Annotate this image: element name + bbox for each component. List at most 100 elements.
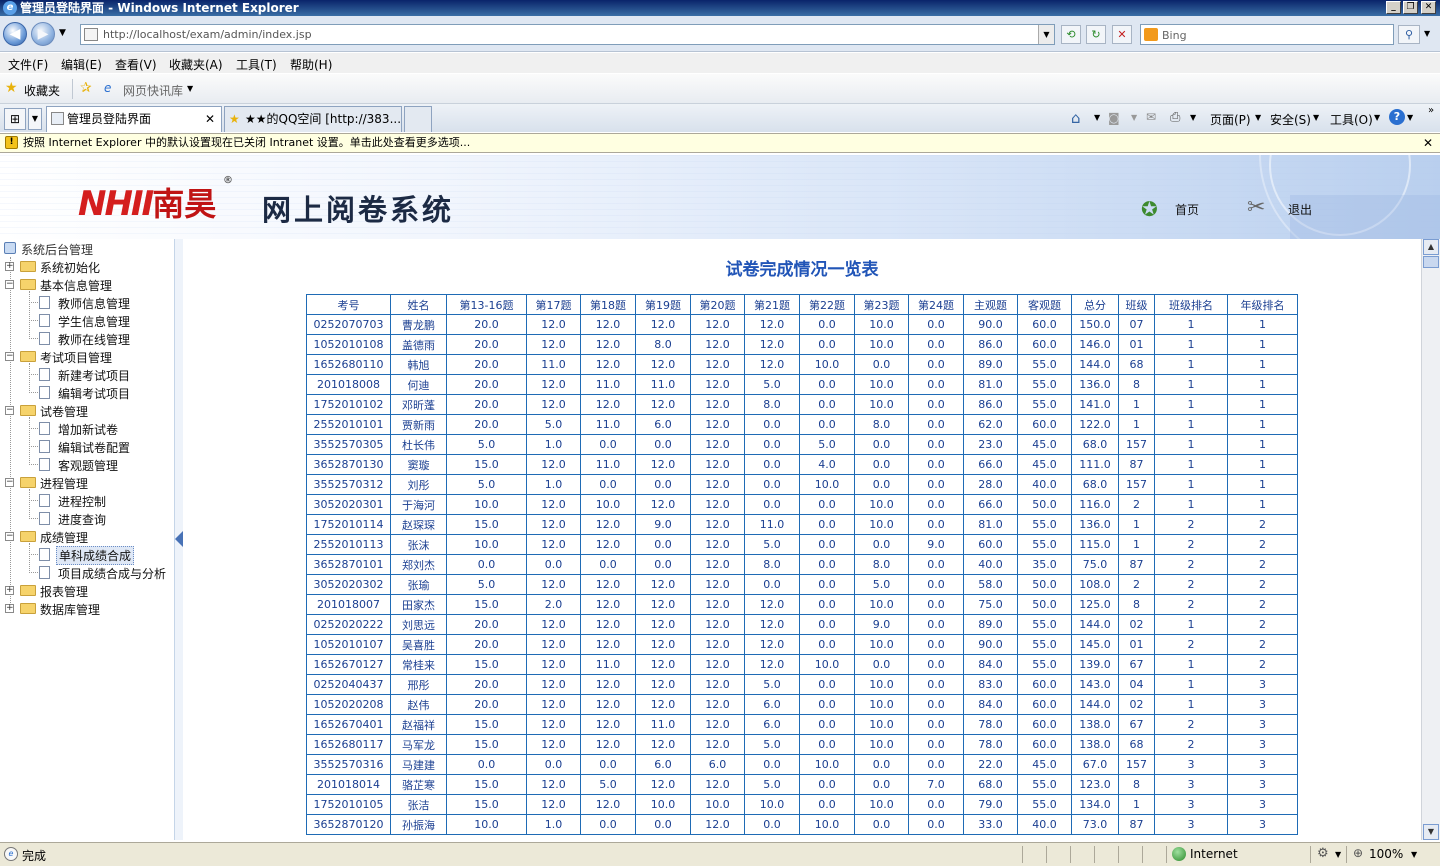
tab-admin-login[interactable]: 管理员登陆界面 ✕ [46, 106, 222, 132]
tree-group-paper[interactable]: 试卷管理 [40, 403, 88, 420]
collapse-sidebar-icon[interactable] [175, 531, 183, 547]
tree-item-process-control[interactable]: 进程控制 [58, 493, 106, 510]
tree-item-objective[interactable]: 客观题管理 [58, 457, 118, 474]
tree-item-single-score[interactable]: 单科成绩合成 [56, 546, 135, 565]
maximize-button[interactable]: ❐ [1403, 1, 1418, 14]
menu-edit[interactable]: 编辑(E) [61, 56, 102, 73]
stop-icon[interactable]: ✕ [1112, 25, 1132, 44]
expand-icon[interactable]: + [5, 262, 14, 271]
tab-qq-space[interactable]: ★ ★★的QQ空间 [http://383... [224, 106, 402, 132]
collapse-icon[interactable]: − [5, 478, 14, 487]
tree-group-system-init[interactable]: 系统初始化 [40, 259, 100, 276]
student-name-link[interactable]: 马军龙 [390, 734, 447, 755]
zoom-icon[interactable]: ⊕ [1353, 846, 1363, 860]
forward-button[interactable]: ▶ [31, 22, 55, 46]
student-name-link[interactable]: 孙振海 [390, 814, 447, 835]
student-name-link[interactable]: 曹龙鹏 [390, 314, 447, 335]
student-name-link[interactable]: 骆芷寒 [390, 774, 447, 795]
student-name-link[interactable]: 刘思远 [390, 614, 447, 635]
page-dropdown-icon[interactable]: ▼ [1255, 113, 1261, 122]
student-name-link[interactable]: 常桂来 [390, 654, 447, 675]
student-name-link[interactable]: 窦璇 [390, 454, 447, 475]
student-name-link[interactable]: 邢彤 [390, 674, 447, 695]
collapse-icon[interactable]: − [5, 352, 14, 361]
tree-item-student-info[interactable]: 学生信息管理 [58, 313, 130, 330]
tree-item-add-paper[interactable]: 增加新试卷 [58, 421, 118, 438]
scroll-up-icon[interactable]: ▲ [1423, 239, 1439, 255]
student-name-link[interactable]: 张瑜 [390, 574, 447, 595]
vertical-scrollbar[interactable]: ▲ ▼ [1421, 239, 1440, 840]
help-dropdown-icon[interactable]: ▼ [1407, 113, 1413, 122]
student-name-link[interactable]: 赵琛琛 [390, 514, 447, 535]
expand-icon[interactable]: + [5, 586, 14, 595]
print-dropdown-icon[interactable]: ▼ [1190, 113, 1196, 122]
tree-group-process[interactable]: 进程管理 [40, 475, 88, 492]
print-icon[interactable]: ⎙ [1170, 110, 1180, 125]
tree-group-database[interactable]: 数据库管理 [40, 601, 100, 618]
zoom-dropdown-icon[interactable]: ▼ [1411, 850, 1417, 859]
favorites-button[interactable]: 收藏夹 [24, 82, 60, 99]
feeds-dropdown-icon[interactable]: ▼ [1131, 113, 1137, 122]
student-name-link[interactable]: 何迪 [390, 374, 447, 395]
protected-mode-dropdown-icon[interactable]: ▼ [1335, 850, 1341, 859]
zoom-level[interactable]: 100% [1369, 847, 1403, 861]
collapse-icon[interactable]: − [5, 406, 14, 415]
web-slice-gallery-link[interactable]: 网页快讯库 [123, 82, 183, 99]
menu-file[interactable]: 文件(F) [8, 56, 48, 73]
refresh-icon[interactable]: ↻ [1086, 25, 1106, 44]
student-name-link[interactable]: 赵伟 [390, 694, 447, 715]
home-link[interactable]: 首页 [1175, 201, 1199, 218]
compatibility-icon[interactable]: ⟲ [1061, 25, 1081, 44]
recent-pages-dropdown[interactable]: ▼ [59, 28, 66, 38]
student-name-link[interactable]: 马建建 [390, 754, 447, 775]
menu-tools[interactable]: 工具(T) [236, 56, 277, 73]
search-options-icon[interactable]: ▼ [1424, 29, 1430, 38]
sidebar-splitter[interactable] [175, 239, 183, 840]
scroll-down-icon[interactable]: ▼ [1423, 824, 1439, 840]
tree-item-project-score[interactable]: 项目成绩合成与分析 [58, 565, 166, 582]
tree-item-teacher-online[interactable]: 教师在线管理 [58, 331, 130, 348]
menu-view[interactable]: 查看(V) [115, 56, 157, 73]
tree-group-exam-project[interactable]: 考试项目管理 [40, 349, 112, 366]
tools-dropdown-icon[interactable]: ▼ [1374, 113, 1380, 122]
student-name-link[interactable]: 邓昕蓬 [390, 394, 447, 415]
home-dropdown-icon[interactable]: ▼ [1094, 113, 1100, 122]
feeds-icon[interactable]: ◙ [1108, 111, 1120, 125]
home-icon[interactable]: ⌂ [1071, 109, 1081, 127]
collapse-icon[interactable]: − [5, 532, 14, 541]
mail-icon[interactable]: ✉ [1146, 110, 1156, 124]
close-window-button[interactable]: ✕ [1421, 1, 1436, 14]
add-favorite-icon[interactable]: ✰ [80, 80, 92, 96]
logout-link[interactable]: 退出 [1288, 201, 1312, 218]
address-dropdown-icon[interactable]: ▼ [1038, 25, 1054, 44]
student-name-link[interactable]: 张洁 [390, 794, 447, 815]
help-icon[interactable]: ? [1389, 109, 1405, 125]
address-field[interactable]: http://localhost/exam/admin/index.jsp ▼ [80, 24, 1055, 45]
student-name-link[interactable]: 吴喜胜 [390, 634, 447, 655]
scroll-thumb[interactable] [1423, 256, 1439, 268]
new-tab-button[interactable] [404, 106, 432, 132]
home-nav-icon[interactable]: ✪ [1141, 197, 1158, 221]
tree-item-edit-exam[interactable]: 编辑考试项目 [58, 385, 130, 402]
student-name-link[interactable]: 张沫 [390, 534, 447, 555]
student-name-link[interactable]: 于海河 [390, 494, 447, 515]
safety-menu[interactable]: 安全(S) [1270, 111, 1311, 128]
web-slice-dropdown-icon[interactable]: ▼ [187, 84, 193, 93]
student-name-link[interactable]: 赵福祥 [390, 714, 447, 735]
tree-item-teacher-info[interactable]: 教师信息管理 [58, 295, 130, 312]
tree-item-progress-query[interactable]: 进度查询 [58, 511, 106, 528]
search-field[interactable]: Bing [1140, 24, 1394, 45]
close-infobar-icon[interactable]: ✕ [1423, 134, 1433, 152]
tree-root[interactable]: 系统后台管理 [21, 241, 93, 258]
search-icon[interactable]: ⚲ [1398, 25, 1420, 44]
tab-list-icon[interactable]: ▼ [28, 108, 42, 130]
tools-exit-icon[interactable]: ✂ [1247, 195, 1265, 220]
student-name-link[interactable]: 贾新雨 [390, 414, 447, 435]
tree-group-basic-info[interactable]: 基本信息管理 [40, 277, 112, 294]
back-button[interactable]: ◀ [3, 22, 27, 46]
more-commands-icon[interactable]: » [1428, 105, 1434, 116]
collapse-icon[interactable]: − [5, 280, 14, 289]
quick-tabs-icon[interactable]: ⊞ [4, 108, 26, 130]
safety-dropdown-icon[interactable]: ▼ [1313, 113, 1319, 122]
student-name-link[interactable]: 郑刘杰 [390, 554, 447, 575]
